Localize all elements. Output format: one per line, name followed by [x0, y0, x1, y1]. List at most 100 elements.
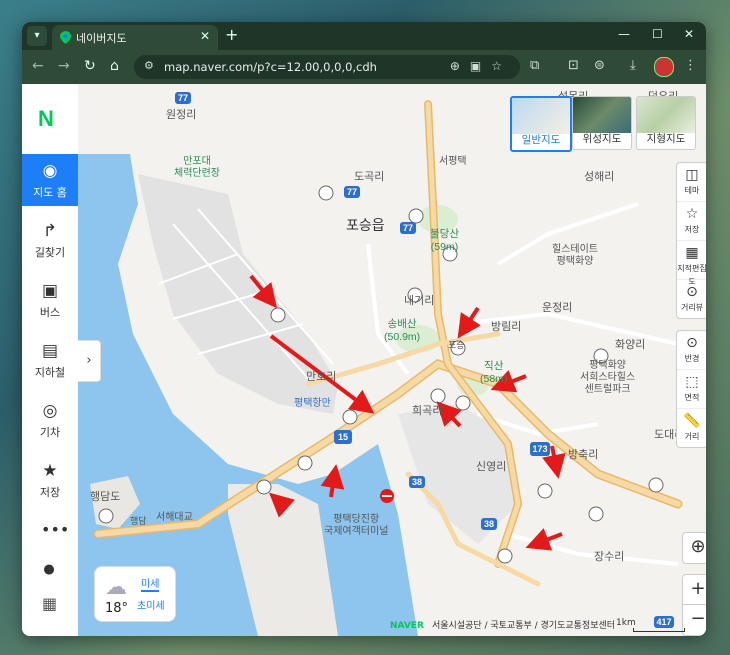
- tool-radius[interactable]: ⊙ 반경: [677, 331, 706, 370]
- tab-title: 네이버지도: [76, 32, 127, 45]
- place-label[interactable]: 만호리: [306, 368, 336, 384]
- star-icon: ★: [42, 461, 58, 481]
- tool-area[interactable]: ⬚ 면적: [677, 370, 706, 409]
- forward-icon[interactable]: →: [58, 58, 70, 74]
- sidebar-item-train[interactable]: ◎ 기차: [22, 394, 78, 446]
- place-label[interactable]: 서해대교: [156, 508, 193, 523]
- scale-label: 1km: [616, 618, 636, 628]
- crosshair-icon: ⊕: [690, 536, 706, 557]
- active-tab[interactable]: 네이버지도 ✕: [52, 25, 218, 50]
- place-label[interactable]: 평택당진항 국제여객터미널: [324, 514, 388, 538]
- tool-theme[interactable]: ◫ 테마: [677, 163, 706, 202]
- naver-logo[interactable]: N: [38, 106, 54, 132]
- fine-dust-label: 미세: [141, 575, 160, 592]
- place-label[interactable]: 평택화양 서희스타힐스 센트럴파크: [580, 360, 635, 396]
- map-type-normal[interactable]: 일반지도: [510, 96, 572, 152]
- place-label[interactable]: 내기리: [404, 292, 434, 308]
- svg-text:77: 77: [178, 93, 188, 103]
- tool-distance[interactable]: 📏 거리: [677, 409, 706, 447]
- svg-text:77: 77: [403, 223, 413, 233]
- place-label[interactable]: 힐스테이트 평택화양: [552, 244, 598, 268]
- tool-save[interactable]: ☆ 저장: [677, 202, 706, 241]
- layers-icon: ◫: [685, 167, 699, 183]
- sidebar-item-bus[interactable]: ▣ 버스: [22, 274, 78, 326]
- locate-me-button[interactable]: ⊕: [682, 532, 706, 564]
- zoom-in-button[interactable]: +: [682, 574, 706, 606]
- home-icon[interactable]: ⌂: [110, 58, 119, 74]
- place-label[interactable]: 운정리: [542, 299, 572, 315]
- url-text: map.naver.com/p?c=12.00,0,0,0,cdh: [164, 60, 377, 74]
- svg-text:15: 15: [338, 432, 348, 442]
- place-label[interactable]: 송배산 (50.9m): [384, 316, 420, 343]
- place-label[interactable]: 만포대 체력단련장: [174, 156, 220, 180]
- svg-text:417: 417: [656, 617, 671, 627]
- sidebar-item-subway[interactable]: ▤ 지하철: [22, 334, 78, 386]
- sidebar-item-directions[interactable]: ↱ 길찾기: [22, 214, 78, 266]
- place-label[interactable]: 도곡리: [354, 168, 384, 184]
- address-bar[interactable]: ⚙ map.naver.com/p?c=12.00,0,0,0,cdh ⊕▣☆: [134, 55, 520, 79]
- train-icon: ◎: [42, 401, 58, 421]
- download-icon[interactable]: ⤓: [630, 58, 636, 73]
- cadastral-icon: ▦: [685, 245, 699, 261]
- extensions-icon[interactable]: ⧉: [530, 58, 539, 73]
- place-label[interactable]: 서평택: [439, 152, 467, 167]
- reader-icon[interactable]: ⊜: [594, 58, 605, 73]
- tool-cadastral[interactable]: ▦ 지적편집도: [677, 241, 706, 286]
- place-label[interactable]: 방축리: [568, 446, 598, 462]
- screenshot-icon[interactable]: ⊡: [568, 58, 579, 73]
- place-label[interactable]: 화양리: [615, 336, 645, 352]
- browser-toolbar: ← → ↻ ⌂ ⚙ map.naver.com/p?c=12.00,0,0,0,…: [22, 50, 706, 84]
- place-label[interactable]: 신영리: [476, 458, 506, 474]
- map-type-satellite[interactable]: 위성지도: [572, 96, 632, 150]
- more-icon[interactable]: •••: [41, 520, 69, 539]
- map-tools-measure: ⊙ 반경 ⬚ 면적 📏 거리: [676, 330, 706, 448]
- maximize-icon[interactable]: ☐: [652, 27, 663, 41]
- zoom-out-button[interactable]: −: [682, 604, 706, 636]
- svg-text:77: 77: [347, 187, 357, 197]
- menu-dots-icon[interactable]: ⋮: [684, 58, 697, 73]
- ruler-icon: 📏: [683, 413, 701, 429]
- place-label[interactable]: 원정리: [166, 106, 196, 122]
- plus-icon[interactable]: +: [225, 26, 238, 44]
- reload-icon[interactable]: ↻: [84, 58, 96, 74]
- map-canvas[interactable]: 77 77 77 15 173 38 38 417 › 원정리 만포대 체력단련…: [78, 84, 706, 636]
- ic-label[interactable]: 행담: [130, 514, 147, 527]
- browser-window: ▾ 네이버지도 ✕ + — ☐ ✕ ← → ↻ ⌂ ⚙ map.naver.co…: [22, 22, 706, 636]
- bus-icon: ▣: [41, 281, 59, 301]
- minimize-icon[interactable]: —: [618, 27, 630, 41]
- window-close-icon[interactable]: ✕: [684, 27, 694, 41]
- place-label[interactable]: 행담도: [90, 488, 120, 504]
- sidebar-item-saved[interactable]: ★ 저장: [22, 454, 78, 506]
- place-label[interactable]: 직산 (58m): [480, 358, 507, 385]
- apps-grid-icon[interactable]: ▦: [42, 594, 57, 613]
- place-label[interactable]: 장수리: [594, 548, 624, 564]
- svg-text:38: 38: [412, 477, 422, 487]
- tool-streetview[interactable]: ⊙ 거리뷰: [677, 280, 706, 318]
- user-icon[interactable]: ●: [41, 562, 57, 578]
- ic-label[interactable]: 포승: [448, 338, 465, 351]
- site-info-icon[interactable]: ⚙: [144, 59, 154, 72]
- tab-search-icon[interactable]: ▾: [27, 26, 47, 46]
- scale-bar: [633, 628, 685, 632]
- weather-temp: 18°: [105, 601, 129, 616]
- place-label[interactable]: 포승읍: [346, 215, 385, 235]
- ultra-fine-dust-label: 초미세: [137, 601, 165, 612]
- profile-avatar[interactable]: [654, 57, 674, 77]
- place-label[interactable]: 방림리: [491, 318, 521, 334]
- map-credits: NAVER 서울시설공단 / 국토교통부 / 경기도교통정보센터: [390, 621, 616, 631]
- place-label[interactable]: 성해리: [584, 168, 614, 184]
- omnibox-actions[interactable]: ⊕▣☆: [450, 59, 512, 73]
- close-icon[interactable]: ✕: [200, 29, 210, 43]
- sidebar-item-map-home[interactable]: ◉ 지도 홈: [22, 154, 78, 206]
- place-label[interactable]: 희곡리: [412, 402, 442, 418]
- star-icon: ☆: [685, 206, 699, 222]
- directions-icon: ↱: [42, 221, 58, 241]
- map-type-terrain[interactable]: 지형지도: [636, 96, 696, 150]
- place-label[interactable]: 평택항만: [294, 398, 331, 410]
- place-label[interactable]: 불당산 (59m): [430, 226, 459, 253]
- back-icon[interactable]: ←: [32, 58, 44, 74]
- panel-toggle-button[interactable]: ›: [78, 340, 101, 382]
- tab-bar: ▾ 네이버지도 ✕ + — ☐ ✕: [22, 22, 706, 50]
- radius-icon: ⊙: [686, 335, 698, 351]
- weather-widget[interactable]: ☁ 18° 미세 초미세: [94, 566, 176, 622]
